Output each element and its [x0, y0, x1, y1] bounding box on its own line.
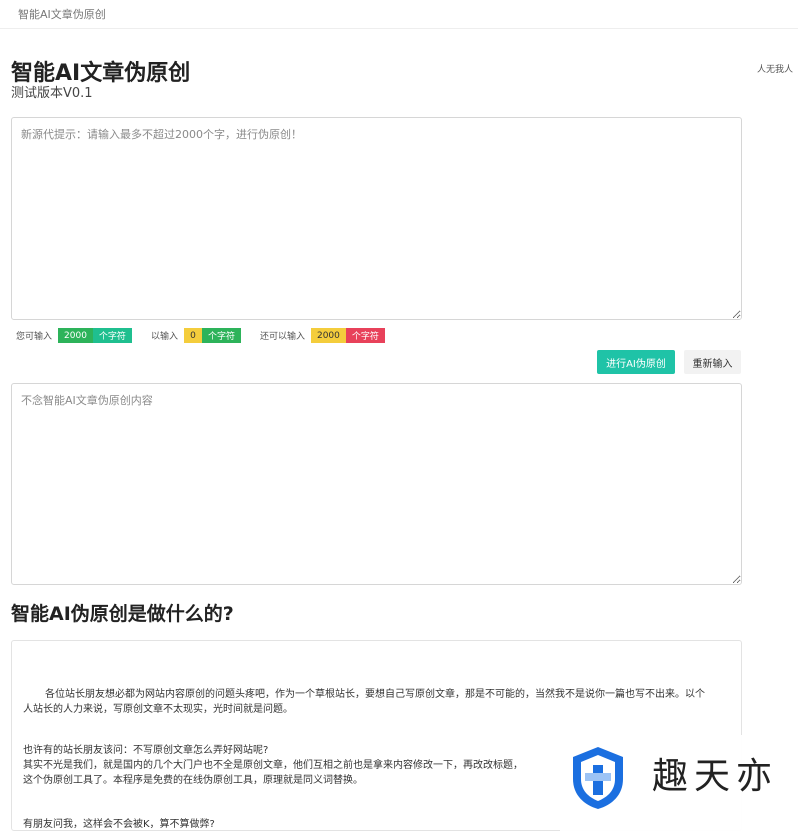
rewrite-button[interactable]: 进行AI伪原创 [597, 350, 675, 374]
result-text-output[interactable] [11, 383, 742, 585]
entered-count-value: 0 [183, 328, 202, 343]
available-label: 您可输入 [16, 332, 53, 342]
reset-button[interactable]: 重新输入 [684, 350, 741, 374]
navbar-brand-link[interactable]: 智能AI文章伪原创 [18, 6, 106, 22]
page-title: 智能AI文章伪原创 [11, 61, 191, 86]
article-paragraph-1-cont: 人站长的人力来说，写原创文章不太现实，光时间就是问题。 [23, 704, 293, 715]
remaining-count-value: 2000 [310, 328, 346, 343]
version-subtitle: 测试版本V0.1 [11, 86, 93, 101]
entered-count-badge: 0 个字符 [183, 328, 241, 343]
available-count-badge: 2000 个字符 [58, 328, 132, 343]
available-count-value: 2000 [58, 328, 93, 343]
remaining-count-badge: 2000 个字符 [310, 328, 385, 343]
remaining-count-unit: 个字符 [345, 328, 385, 343]
available-count-unit: 个字符 [92, 328, 132, 343]
watermark: 趣天亦 [560, 735, 798, 831]
shield-logo-icon [573, 747, 623, 809]
section-heading: 智能AI伪原创是做什么的? [11, 603, 234, 625]
top-navbar: 智能AI文章伪原创 [0, 0, 798, 29]
entered-count-unit: 个字符 [201, 328, 241, 343]
remaining-label: 还可以输入 [259, 332, 305, 342]
source-text-input[interactable] [11, 117, 742, 320]
entered-label: 以输入 [150, 332, 178, 342]
article-paragraph-1: 各位站长朋友想必都为网站内容原创的问题头疼吧，作为一个草根站长，要想自己写原创文… [23, 687, 735, 717]
page: 智能AI文章伪原创 人无我人 智能AI文章伪原创 测试版本V0.1 您可输入 2… [0, 0, 798, 831]
watermark-text: 趣天亦 [652, 756, 779, 797]
side-note: 人无我人 [757, 65, 794, 75]
character-counters: 您可输入 2000 个字符 以输入 0 个字符 还可以输入 2000 个字符 [11, 327, 399, 344]
article-paragraph-1-lead: 各位站长朋友想必都为网站内容原创的问题头疼吧，作为一个草根站长，要想自己写原创文… [45, 689, 705, 700]
